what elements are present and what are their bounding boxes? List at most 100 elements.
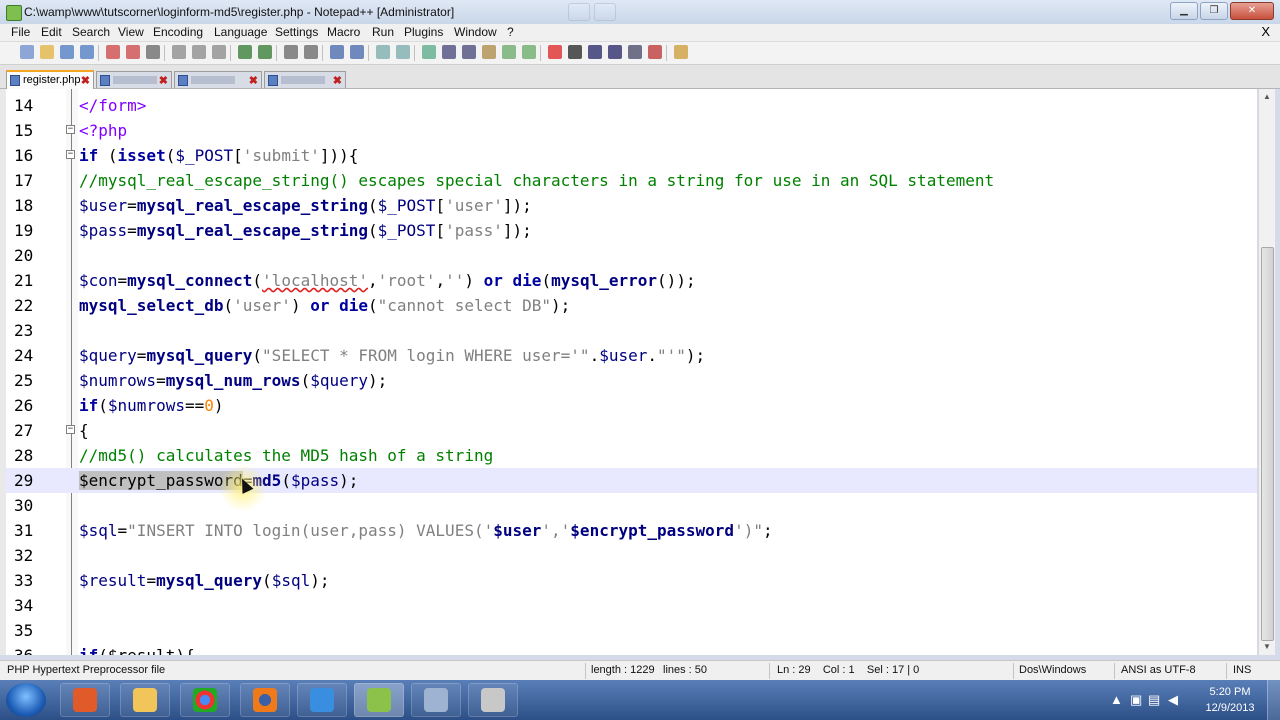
menu-file[interactable]: File bbox=[11, 25, 30, 39]
fold-toggle-icon[interactable]: − bbox=[66, 125, 75, 134]
new-icon[interactable] bbox=[20, 45, 34, 59]
tray-volume-icon[interactable]: ◀ bbox=[1168, 692, 1178, 708]
save-all-icon[interactable] bbox=[80, 45, 94, 59]
close-icon[interactable] bbox=[106, 45, 120, 59]
code-line[interactable]: 32 bbox=[6, 543, 1257, 568]
spellcheck-icon[interactable] bbox=[648, 45, 662, 59]
play-icon[interactable] bbox=[588, 45, 602, 59]
code-line[interactable]: 18 $user=mysql_real_escape_string($_POST[… bbox=[6, 193, 1257, 218]
menu-edit[interactable]: Edit bbox=[41, 25, 62, 39]
tab-file-4[interactable]: ✖ bbox=[264, 71, 346, 88]
cut-icon[interactable] bbox=[172, 45, 186, 59]
stop-icon[interactable] bbox=[568, 45, 582, 59]
close-all-icon[interactable] bbox=[126, 45, 140, 59]
code-line[interactable]: 22 mysql_select_db('user') or die("cannot… bbox=[6, 293, 1257, 318]
code-line[interactable]: 24 $query=mysql_query("SELECT * FROM logi… bbox=[6, 343, 1257, 368]
tab-file-2[interactable]: ✖ bbox=[96, 71, 172, 88]
code-line[interactable]: 14 </form> bbox=[6, 93, 1257, 118]
code-line[interactable]: 25 $numrows=mysql_num_rows($query); bbox=[6, 368, 1257, 393]
save-icon[interactable] bbox=[60, 45, 74, 59]
code-line[interactable]: 17 //mysql_real_escape_string() escapes s… bbox=[6, 168, 1257, 193]
scroll-down-icon[interactable]: ▼ bbox=[1261, 641, 1273, 653]
tray-network-icon[interactable]: ▤ bbox=[1148, 692, 1160, 708]
close-document-button[interactable]: X bbox=[1261, 24, 1270, 39]
taskbar-notepadpp[interactable] bbox=[354, 683, 404, 717]
record-icon[interactable] bbox=[548, 45, 562, 59]
redo-icon[interactable] bbox=[258, 45, 272, 59]
taskbar-network[interactable] bbox=[411, 683, 461, 717]
zoom-in-icon[interactable] bbox=[330, 45, 344, 59]
tab-close-icon[interactable]: ✖ bbox=[159, 73, 168, 89]
maximize-button[interactable]: ❐ bbox=[1200, 2, 1228, 20]
copy-icon[interactable] bbox=[192, 45, 206, 59]
code-line[interactable]: 28 //md5() calculates the MD5 hash of a s… bbox=[6, 443, 1257, 468]
menu-plugins[interactable]: Plugins bbox=[404, 25, 443, 39]
code-line[interactable]: 33 $result=mysql_query($sql); bbox=[6, 568, 1257, 593]
code-line[interactable]: 23 bbox=[6, 318, 1257, 343]
code-line[interactable]: 35 bbox=[6, 618, 1257, 643]
code-line[interactable]: 19 $pass=mysql_real_escape_string($_POST[… bbox=[6, 218, 1257, 243]
play-multi-icon[interactable] bbox=[608, 45, 622, 59]
menu-help[interactable]: ? bbox=[507, 25, 514, 39]
code-line[interactable]: 15 − <?php bbox=[6, 118, 1257, 143]
taskbar-chrome[interactable] bbox=[180, 683, 230, 717]
menu-settings[interactable]: Settings bbox=[275, 25, 318, 39]
scrollbar-thumb[interactable] bbox=[1261, 247, 1274, 641]
replace-icon[interactable] bbox=[304, 45, 318, 59]
wrap-icon[interactable] bbox=[422, 45, 436, 59]
zoom-out-icon[interactable] bbox=[350, 45, 364, 59]
menu-macro[interactable]: Macro bbox=[327, 25, 360, 39]
code-editor[interactable]: 14 </form> 15− <?php 16− if (isset($_POST['su… bbox=[0, 89, 1257, 655]
code-line[interactable]: 26 if($numrows==0) bbox=[6, 393, 1257, 418]
all-chars-icon[interactable] bbox=[442, 45, 456, 59]
doc-map-icon[interactable] bbox=[502, 45, 516, 59]
sync-h-icon[interactable] bbox=[396, 45, 410, 59]
taskbar-internet-explorer[interactable] bbox=[297, 683, 347, 717]
print-icon[interactable] bbox=[146, 45, 160, 59]
menu-language[interactable]: Language bbox=[214, 25, 267, 39]
show-desktop-button[interactable] bbox=[1267, 680, 1280, 720]
open-icon[interactable] bbox=[40, 45, 54, 59]
tray-device-icon[interactable]: ▣ bbox=[1130, 692, 1142, 708]
code-line[interactable]: 21 $con=mysql_connect('localhost','root',… bbox=[6, 268, 1257, 293]
fold-toggle-icon[interactable]: − bbox=[66, 150, 75, 159]
tab-close-icon[interactable]: ✖ bbox=[81, 73, 90, 89]
code-line[interactable]: 29$encrypt_password=md5($pass); bbox=[6, 468, 1257, 493]
tab-close-icon[interactable]: ✖ bbox=[333, 73, 342, 89]
sync-v-icon[interactable] bbox=[376, 45, 390, 59]
tab-register-php[interactable]: register.php ✖ bbox=[6, 70, 94, 89]
menu-run[interactable]: Run bbox=[372, 25, 394, 39]
taskbar-paint[interactable] bbox=[468, 683, 518, 717]
tab-file-3[interactable]: ✖ bbox=[174, 71, 262, 88]
menu-encoding[interactable]: Encoding bbox=[153, 25, 203, 39]
code-line[interactable]: 16− if (isset($_POST['submit'])){ bbox=[6, 143, 1257, 168]
taskbar-media-player[interactable] bbox=[60, 683, 110, 717]
tab-close-icon[interactable]: ✖ bbox=[249, 73, 258, 89]
tray-expand-icon[interactable]: ▲ bbox=[1110, 692, 1123, 707]
taskbar-clock[interactable]: 5:20 PM 12/9/2013 bbox=[1198, 684, 1262, 716]
vertical-scrollbar[interactable]: ▲ ▼ bbox=[1258, 89, 1275, 655]
indent-guide-icon[interactable] bbox=[462, 45, 476, 59]
close-button[interactable]: ✕ bbox=[1230, 2, 1274, 20]
taskbar-file-explorer[interactable] bbox=[120, 683, 170, 717]
code-line[interactable]: 31 $sql="INSERT INTO login(user,pass) VAL… bbox=[6, 518, 1257, 543]
code-line[interactable]: 20 bbox=[6, 243, 1257, 268]
menu-window[interactable]: Window bbox=[454, 25, 497, 39]
scroll-up-icon[interactable]: ▲ bbox=[1261, 91, 1273, 103]
code-line[interactable]: 34 bbox=[6, 593, 1257, 618]
minimize-button[interactable]: ▁ bbox=[1170, 2, 1198, 20]
plugin-icon[interactable] bbox=[674, 45, 688, 59]
function-list-icon[interactable] bbox=[522, 45, 536, 59]
code-line[interactable]: 27 −{ bbox=[6, 418, 1257, 443]
taskbar-firefox[interactable] bbox=[240, 683, 290, 717]
menu-view[interactable]: View bbox=[118, 25, 144, 39]
save-macro-icon[interactable] bbox=[628, 45, 642, 59]
menu-search[interactable]: Search bbox=[72, 25, 110, 39]
paste-icon[interactable] bbox=[212, 45, 226, 59]
code-line[interactable]: 36 if($result){ bbox=[6, 643, 1257, 655]
start-button[interactable] bbox=[6, 683, 46, 717]
undo-icon[interactable] bbox=[238, 45, 252, 59]
fold-toggle-icon[interactable]: − bbox=[66, 425, 75, 434]
code-line[interactable]: 30 bbox=[6, 493, 1257, 518]
find-icon[interactable] bbox=[284, 45, 298, 59]
